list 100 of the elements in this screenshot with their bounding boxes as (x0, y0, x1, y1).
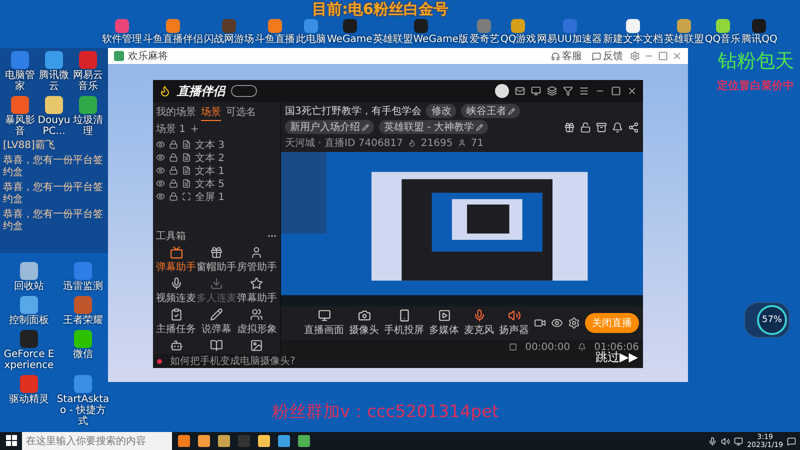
maximize-icon[interactable] (611, 86, 621, 96)
desktop-icon-label[interactable]: 新建文本文档 (602, 34, 663, 45)
desktop-icon-label[interactable]: 腾讯QQ (742, 34, 778, 45)
share-icon[interactable] (628, 122, 639, 132)
control-button[interactable]: 摄像头 (349, 309, 379, 337)
notification-icon[interactable] (787, 436, 796, 446)
app-icon[interactable] (45, 96, 63, 114)
desktop-icon-label[interactable]: 暴风影音 (3, 115, 37, 137)
windows-logo-icon[interactable] (6, 435, 18, 447)
control-button[interactable]: 扬声器 (499, 309, 529, 337)
scene-tab[interactable]: 可选名 (226, 104, 256, 121)
tool-button[interactable]: 视频连麦 (156, 277, 196, 305)
desktop-icon-label[interactable]: QQ游戏 (500, 34, 536, 45)
desktop-icon-label[interactable]: QQ音乐 (704, 34, 741, 45)
settings-icon[interactable] (568, 317, 580, 329)
monitor-icon[interactable] (531, 86, 541, 96)
layer-row[interactable]: 文本 2 (156, 151, 277, 164)
lock-icon[interactable] (169, 179, 178, 188)
tag-field[interactable]: 峡谷王者 (461, 104, 520, 118)
video-icon[interactable] (534, 317, 546, 329)
desktop-icon-label[interactable]: 垃圾清理 (71, 115, 105, 137)
app-icon[interactable] (676, 19, 691, 33)
app-icon[interactable] (74, 330, 92, 348)
tool-button[interactable]: 弹幕助手 (236, 277, 277, 305)
control-button[interactable]: 麦克风 (464, 309, 494, 337)
desktop-icon-label[interactable]: 迅雷监测 (63, 281, 103, 292)
box-icon[interactable] (596, 122, 607, 132)
tool-button[interactable]: 虚拟形象 (236, 308, 277, 336)
desktop-icon-label[interactable]: StartAsktao - 快捷方式 (56, 394, 110, 427)
app-icon[interactable] (342, 19, 357, 33)
app-icon[interactable] (20, 262, 38, 280)
lock-icon[interactable] (169, 140, 178, 149)
gift-icon[interactable] (564, 122, 575, 132)
app-icon[interactable] (414, 19, 428, 33)
eye-icon[interactable] (156, 179, 165, 188)
category-field[interactable]: 英雄联盟 - 大神教学 (379, 120, 488, 134)
scene-tab[interactable]: 我的场景 (156, 104, 196, 121)
app-icon[interactable] (511, 19, 526, 33)
close-icon[interactable] (627, 86, 637, 96)
tool-button[interactable]: 房管助手 (236, 246, 277, 274)
eye-icon[interactable] (551, 317, 563, 329)
unlock-icon[interactable] (580, 122, 591, 132)
desktop-icon-label[interactable]: 此电脑 (296, 34, 326, 45)
desktop-icon-label[interactable]: 网易云音乐 (71, 70, 105, 92)
lock-icon[interactable] (169, 166, 178, 175)
speaker-icon[interactable] (721, 436, 730, 446)
app-icon[interactable] (79, 96, 97, 114)
desktop-icon-label[interactable]: 爱奇艺 (469, 34, 500, 45)
desktop-icon-label[interactable]: 回收站 (14, 281, 44, 292)
layer-row[interactable]: 文本 3 (156, 138, 277, 151)
layers-icon[interactable] (547, 86, 557, 96)
avatar[interactable] (495, 84, 509, 98)
app-icon[interactable] (45, 51, 63, 69)
eye-icon[interactable] (156, 192, 165, 201)
settings-icon[interactable] (630, 51, 640, 61)
desktop-icon-label[interactable]: 微信 (73, 349, 93, 360)
title-action-button[interactable]: 反馈 (589, 49, 626, 63)
edit-button[interactable]: 修改 (426, 104, 456, 118)
eye-icon[interactable] (156, 140, 165, 149)
desktop-icon-label[interactable]: 软件管理 (102, 34, 142, 45)
lock-icon[interactable] (169, 153, 178, 162)
desktop-icon-label[interactable]: 斗鱼直播 (255, 34, 295, 45)
desktop-icon-label[interactable]: 腾讯微云 (37, 70, 71, 92)
search-field[interactable]: 在这里输入你要搜索的内容 (22, 432, 172, 450)
control-button[interactable]: 直播画面 (304, 309, 344, 337)
filter-icon[interactable] (563, 86, 573, 96)
lock-icon[interactable] (169, 192, 178, 201)
tip-text[interactable]: 如何把手机变成电脑摄像头? (170, 354, 296, 368)
mail-icon[interactable] (515, 86, 525, 96)
app-icon[interactable] (11, 96, 29, 114)
desktop-icon-label[interactable]: 闪战网游场 (204, 34, 254, 45)
app-icon[interactable] (626, 19, 640, 33)
title-action-button[interactable]: 客服 (548, 49, 585, 63)
desktop-icon-label[interactable]: GeForce Experience (2, 349, 56, 371)
desktop-icon-label[interactable]: WeGame (327, 34, 372, 45)
add-tab-button[interactable]: + (190, 122, 199, 136)
desktop-icon-label[interactable]: DouyuPC... (37, 115, 71, 137)
app-icon[interactable] (752, 19, 766, 33)
tool-button[interactable]: 窗帽助手 (196, 246, 237, 274)
eye-icon[interactable] (156, 153, 165, 162)
desktop-icon-label[interactable]: 英雄联盟WeGame版 (373, 34, 468, 45)
layer-row[interactable]: 文本 5 (156, 177, 277, 190)
menu-icon[interactable] (579, 86, 589, 96)
desktop-icon-label[interactable]: 斗鱼直播伴侣 (143, 34, 203, 45)
tool-button[interactable]: 说弹幕 (196, 308, 237, 336)
desktop-icon-label[interactable]: 驱动精灵 (9, 394, 49, 405)
app-icon[interactable] (20, 330, 38, 348)
desktop-icon-label[interactable]: 网易UU加速器 (537, 34, 602, 45)
desktop-icon-label[interactable]: 电脑管家 (3, 70, 37, 92)
bell-icon[interactable] (612, 122, 623, 132)
eye-icon[interactable] (156, 166, 165, 175)
layer-row[interactable]: 文本 1 (156, 164, 277, 177)
desktop-icon-label[interactable]: 英雄联盟 (664, 34, 704, 45)
app-icon[interactable] (20, 296, 38, 314)
control-button[interactable]: 多媒体 (429, 309, 459, 337)
tool-button[interactable]: 主播任务 (156, 308, 196, 336)
maximize-icon[interactable] (658, 51, 668, 61)
scene-tab[interactable]: 场景 (201, 104, 221, 121)
close-icon[interactable] (672, 51, 682, 61)
tag-field[interactable]: 新用户入场介绍 (285, 120, 374, 134)
